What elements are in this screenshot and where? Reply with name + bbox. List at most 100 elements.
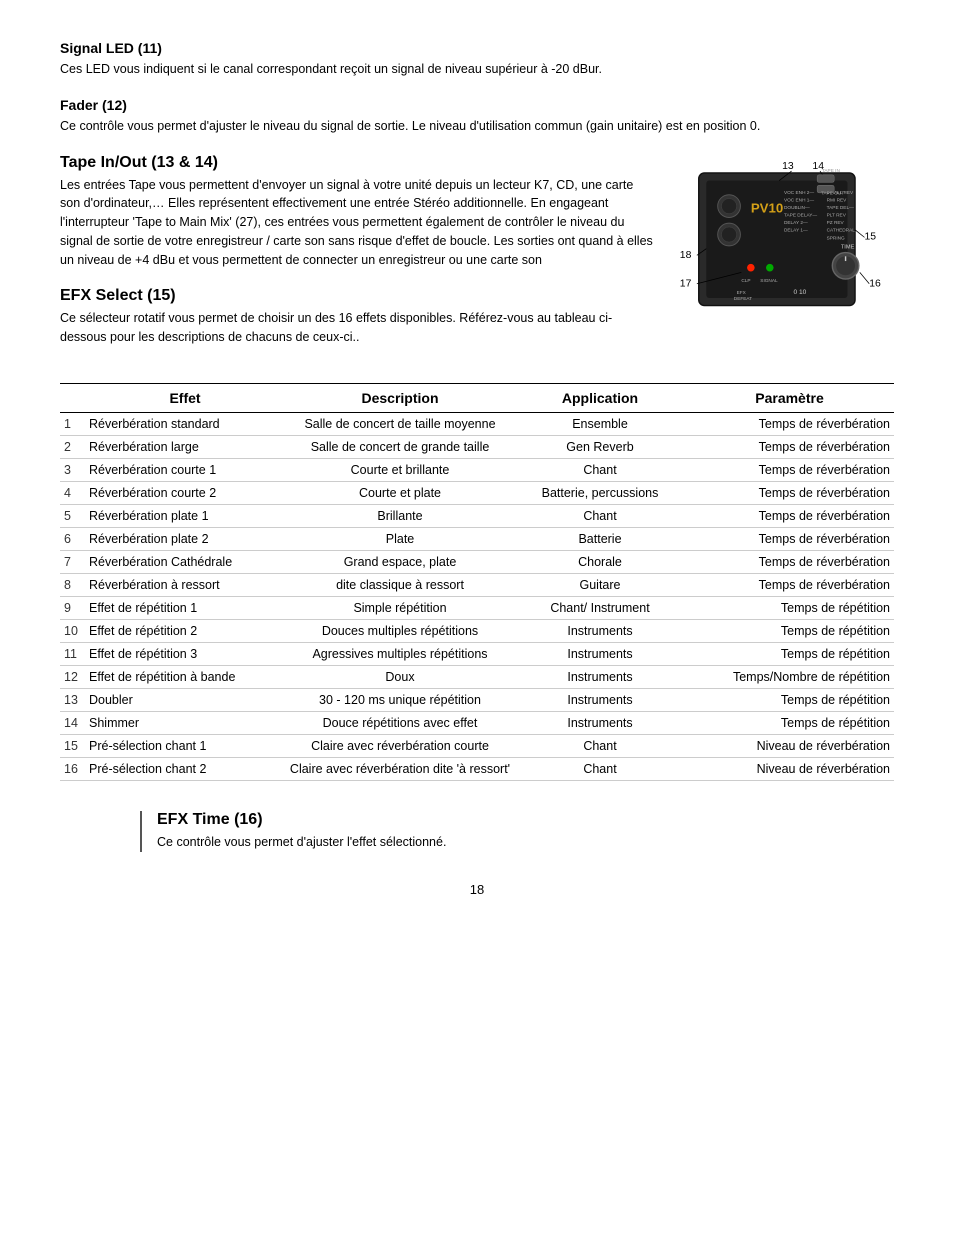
- svg-text:18: 18: [680, 250, 692, 261]
- svg-text:17: 17: [680, 278, 692, 289]
- fader-section: Fader (12) Ce contrôle vous permet d'aju…: [60, 97, 894, 136]
- page-number: 18: [60, 882, 894, 897]
- table-row: 10Effet de répétition 2Douces multiples …: [60, 619, 894, 642]
- tape-in-out-title: Tape In/Out (13 & 14): [60, 154, 654, 172]
- svg-text:DEFEAT: DEFEAT: [734, 295, 752, 301]
- table-cell-2-3: Chant: [515, 458, 685, 481]
- svg-text:TIME: TIME: [841, 244, 855, 250]
- table-row: 5Réverbération plate 1BrillanteChantTemp…: [60, 504, 894, 527]
- table-row: 12Effet de répétition à bandeDouxInstrum…: [60, 665, 894, 688]
- table-cell-5-3: Batterie: [515, 527, 685, 550]
- table-cell-12-4: Temps de répétition: [685, 688, 894, 711]
- svg-text:PLT REV: PLT REV: [827, 212, 847, 218]
- table-cell-1-2: Salle de concert de grande taille: [285, 435, 515, 458]
- table-cell-7-4: Temps de réverbération: [685, 573, 894, 596]
- svg-text:15: 15: [865, 231, 877, 242]
- table-row: 3Réverbération courte 1Courte et brillan…: [60, 458, 894, 481]
- table-cell-2-1: Réverbération courte 1: [85, 458, 285, 481]
- table-cell-14-2: Claire avec réverbération courte: [285, 734, 515, 757]
- table-cell-13-0: 14: [60, 711, 85, 734]
- table-cell-0-2: Salle de concert de taille moyenne: [285, 412, 515, 435]
- table-cell-4-0: 5: [60, 504, 85, 527]
- svg-text:PZ REV: PZ REV: [827, 220, 845, 226]
- table-cell-8-2: Simple répétition: [285, 596, 515, 619]
- table-cell-4-3: Chant: [515, 504, 685, 527]
- table-cell-6-4: Temps de réverbération: [685, 550, 894, 573]
- table-cell-12-3: Instruments: [515, 688, 685, 711]
- table-cell-4-1: Réverbération plate 1: [85, 504, 285, 527]
- svg-text:SPRING: SPRING: [827, 235, 845, 241]
- table-cell-15-3: Chant: [515, 757, 685, 780]
- table-cell-10-2: Agressives multiples répétitions: [285, 642, 515, 665]
- table-cell-14-4: Niveau de réverbération: [685, 734, 894, 757]
- table-cell-3-4: Temps de réverbération: [685, 481, 894, 504]
- table-row: 16Pré-sélection chant 2Claire avec réver…: [60, 757, 894, 780]
- efx-time-body: Ce contrôle vous permet d'ajuster l'effe…: [157, 833, 894, 852]
- table-cell-1-0: 2: [60, 435, 85, 458]
- table-cell-13-1: Shimmer: [85, 711, 285, 734]
- svg-text:TAPE DEL—: TAPE DEL—: [827, 204, 854, 210]
- table-cell-1-3: Gen Reverb: [515, 435, 685, 458]
- table-cell-6-2: Grand espace, plate: [285, 550, 515, 573]
- table-cell-14-1: Pré-sélection chant 1: [85, 734, 285, 757]
- svg-text:EFX: EFX: [737, 290, 747, 296]
- table-cell-13-3: Instruments: [515, 711, 685, 734]
- tape-efx-container: Tape In/Out (13 & 14) Les entrées Tape v…: [60, 154, 894, 365]
- table-cell-11-4: Temps/Nombre de répétition: [685, 665, 894, 688]
- table-row: 15Pré-sélection chant 1Claire avec réver…: [60, 734, 894, 757]
- table-cell-7-3: Guitare: [515, 573, 685, 596]
- table-cell-6-3: Chorale: [515, 550, 685, 573]
- table-row: 4Réverbération courte 2Courte et plateBa…: [60, 481, 894, 504]
- table-cell-5-0: 6: [60, 527, 85, 550]
- table-cell-6-0: 7: [60, 550, 85, 573]
- table-cell-15-2: Claire avec réverbération dite 'à ressor…: [285, 757, 515, 780]
- table-cell-3-1: Réverbération courte 2: [85, 481, 285, 504]
- tape-in-out-section: Tape In/Out (13 & 14) Les entrées Tape v…: [60, 154, 654, 270]
- svg-text:CATHEDRAL: CATHEDRAL: [827, 227, 856, 233]
- table-cell-5-2: Plate: [285, 527, 515, 550]
- table-cell-12-1: Doubler: [85, 688, 285, 711]
- table-cell-2-2: Courte et brillante: [285, 458, 515, 481]
- table-cell-2-4: Temps de réverbération: [685, 458, 894, 481]
- table-cell-0-4: Temps de réverbération: [685, 412, 894, 435]
- table-cell-12-0: 13: [60, 688, 85, 711]
- table-row: 7Réverbération CathédraleGrand espace, p…: [60, 550, 894, 573]
- table-row: 6Réverbération plate 2PlateBatterieTemps…: [60, 527, 894, 550]
- table-cell-9-2: Douces multiples répétitions: [285, 619, 515, 642]
- col-effet: Effet: [85, 383, 285, 412]
- table-cell-0-0: 1: [60, 412, 85, 435]
- table-row: 13Doubler30 - 120 ms unique répétitionIn…: [60, 688, 894, 711]
- table-cell-7-2: dite classique à ressort: [285, 573, 515, 596]
- svg-text:TAPE DELAY—: TAPE DELAY—: [784, 212, 817, 218]
- col-application: Application: [515, 383, 685, 412]
- svg-text:VOC ENH 1—: VOC ENH 1—: [784, 197, 814, 203]
- table-cell-11-2: Doux: [285, 665, 515, 688]
- table-cell-8-0: 9: [60, 596, 85, 619]
- table-cell-7-1: Réverbération à ressort: [85, 573, 285, 596]
- table-cell-1-4: Temps de réverbération: [685, 435, 894, 458]
- table-cell-9-0: 10: [60, 619, 85, 642]
- table-cell-7-0: 8: [60, 573, 85, 596]
- svg-text:CLP: CLP: [741, 277, 750, 283]
- table-cell-8-4: Temps de répétition: [685, 596, 894, 619]
- svg-text:PV10: PV10: [751, 200, 783, 215]
- svg-text:DELAY 2—: DELAY 2—: [784, 220, 808, 226]
- table-cell-15-0: 16: [60, 757, 85, 780]
- svg-text:TAPE IN: TAPE IN: [822, 168, 841, 174]
- table-cell-13-4: Temps de répétition: [685, 711, 894, 734]
- table-cell-5-4: Temps de réverbération: [685, 527, 894, 550]
- table-cell-11-0: 12: [60, 665, 85, 688]
- col-parametre: Paramètre: [685, 383, 894, 412]
- efx-time-title: EFX Time (16): [157, 811, 894, 829]
- fader-title: Fader (12): [60, 97, 894, 113]
- table-cell-4-4: Temps de réverbération: [685, 504, 894, 527]
- table-cell-3-2: Courte et plate: [285, 481, 515, 504]
- device-illustration: PV10 VOC ENH 2— VOC ENH 1— DOUBLIN— TAPE…: [674, 154, 894, 337]
- signal-led-title: Signal LED (11): [60, 40, 894, 56]
- table-cell-10-1: Effet de répétition 3: [85, 642, 285, 665]
- svg-text:16: 16: [869, 278, 881, 289]
- table-cell-12-2: 30 - 120 ms unique répétition: [285, 688, 515, 711]
- tape-in-out-body: Les entrées Tape vous permettent d'envoy…: [60, 176, 654, 270]
- table-cell-4-2: Brillante: [285, 504, 515, 527]
- table-cell-6-1: Réverbération Cathédrale: [85, 550, 285, 573]
